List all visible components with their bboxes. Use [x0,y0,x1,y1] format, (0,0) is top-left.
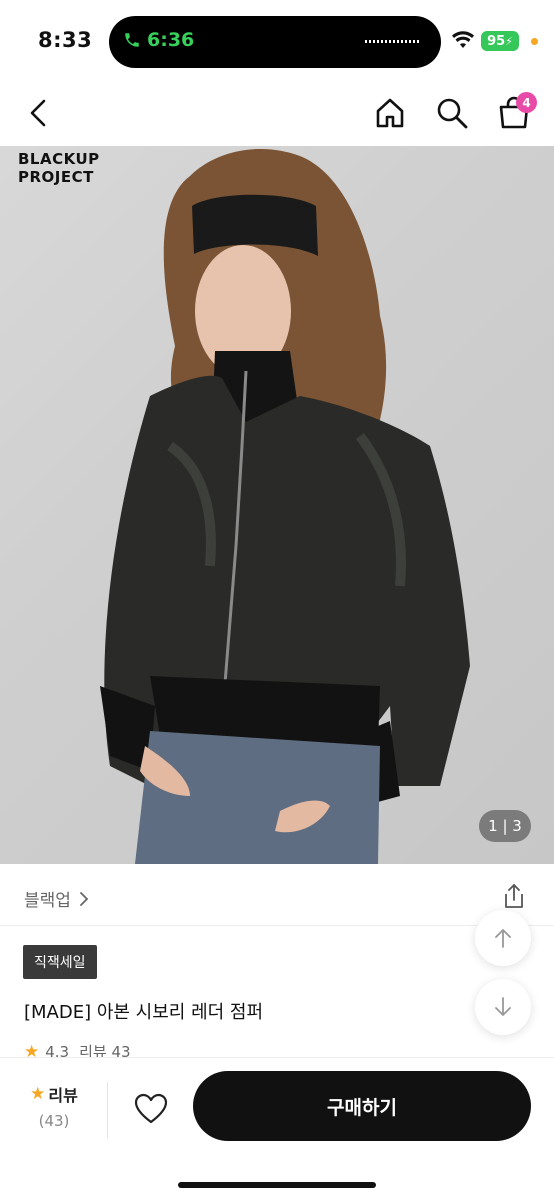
brand-logo-line1: BLACKUP [18,150,100,168]
heart-icon[interactable] [133,1092,169,1126]
review-label: 리뷰 [48,1086,78,1105]
sale-tag-badge: 직잭세일 [23,945,97,979]
wifi-icon [452,31,474,48]
phone-icon [125,33,139,47]
status-time: 8:33 [38,28,93,52]
dynamic-island[interactable]: 6:36 [109,16,441,68]
scroll-to-top-button[interactable] [475,910,531,966]
product-photo [100,148,471,864]
back-chevron-icon[interactable] [22,96,56,130]
brand-logo-watermark: BLACKUP PROJECT [18,150,100,186]
privacy-indicator-dot [531,38,538,45]
brand-name: 블랙업 [24,891,71,911]
home-icon[interactable] [373,96,407,130]
buy-button[interactable]: 구매하기 [193,1071,531,1141]
call-duration: 6:36 [147,29,195,51]
top-navigation [0,80,554,146]
brand-link[interactable]: 블랙업 [24,886,89,911]
cart-count-badge: 4 [516,92,537,113]
bottom-action-bar: ★ 리뷰 (43) 구매하기 [0,1057,554,1200]
product-image-carousel[interactable]: BLACKUP PROJECT 1 | 3 [0,146,554,864]
battery-level: 95 [487,33,506,49]
image-page-indicator: 1 | 3 [479,810,531,842]
review-button[interactable]: ★ 리뷰 (43) [22,1082,86,1130]
arrow-up-icon [495,929,511,948]
review-header: ★ 리뷰 [22,1082,86,1106]
chevron-right-icon [80,891,89,906]
search-icon[interactable] [435,96,469,130]
scroll-to-bottom-button[interactable] [475,979,531,1035]
divider [107,1082,108,1138]
battery-indicator: 95 ⚡ [481,31,519,51]
arrow-down-icon [495,997,511,1016]
star-icon: ★ [30,1084,46,1104]
charging-icon: ⚡ [505,34,513,48]
audio-waveform [365,40,421,43]
product-title: [MADE] 아본 시보리 레더 점퍼 [24,1002,264,1023]
brand-row: 블랙업 [0,864,554,926]
status-bar: 8:33 6:36 95 ⚡ [0,0,554,80]
home-indicator[interactable] [178,1182,376,1188]
active-call-indicator: 6:36 [123,29,194,51]
share-icon[interactable] [500,882,528,910]
brand-logo-line2: PROJECT [18,168,94,186]
review-count: (43) [38,1112,70,1130]
